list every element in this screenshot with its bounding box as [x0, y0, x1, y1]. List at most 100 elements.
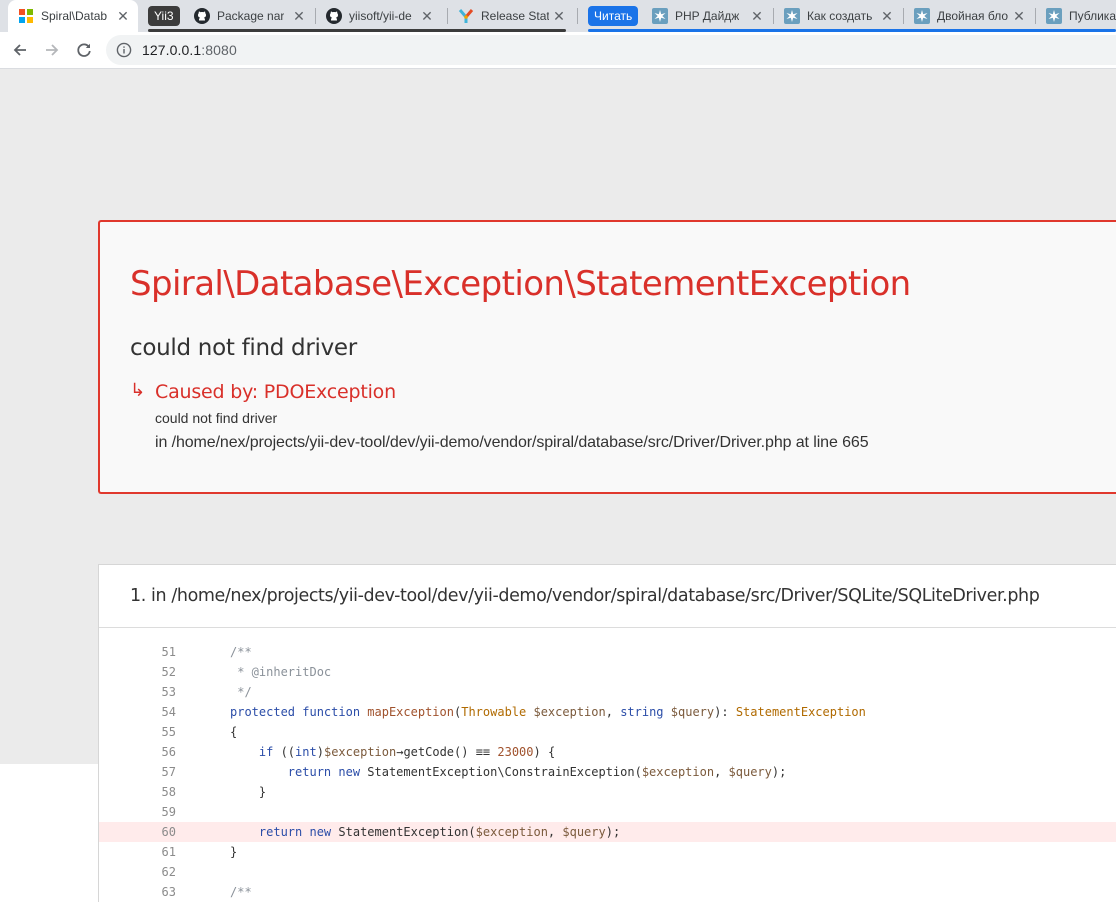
close-tab-icon[interactable]: ✕	[116, 9, 130, 23]
code-token: );	[771, 765, 787, 779]
tab-separator	[773, 8, 774, 24]
line-number: 53	[161, 685, 176, 699]
code-token: return new	[287, 765, 368, 779]
code-token: string	[620, 705, 664, 719]
tab-separator	[577, 8, 578, 24]
code-line: 57 return new StatementException\Constra…	[99, 762, 1116, 782]
code-line: 55 {	[99, 722, 1116, 742]
code-token: int	[295, 745, 317, 759]
tab-separator	[903, 8, 904, 24]
tab-title: PHP Дайдж	[675, 9, 740, 23]
caused-by-title: Caused by: PDOException	[155, 381, 396, 403]
browser-toolbar: 127.0.0.1:8080	[0, 32, 1116, 69]
code-token: $exception	[323, 745, 397, 759]
line-source: return new StatementException($exception…	[230, 822, 620, 842]
tab-group-yii3[interactable]: Yii3	[148, 0, 180, 32]
close-tab-icon[interactable]: ✕	[420, 9, 434, 23]
code-line: 63 /**	[99, 882, 1116, 902]
habr-icon	[914, 8, 930, 24]
arrow-left-icon	[13, 44, 26, 56]
reload-button[interactable]	[70, 36, 98, 64]
tab-yiisoft-yii-dev[interactable]: yiisoft/yii-de ✕	[318, 0, 442, 32]
url-port: :8080	[201, 42, 237, 58]
tab-group-badge[interactable]: Yii3	[148, 6, 180, 26]
code-token: $query	[728, 765, 772, 779]
code-token: protected function	[230, 705, 368, 719]
tab-title: Package nar	[217, 9, 285, 23]
arrow-right-icon	[46, 44, 59, 56]
line-number: 58	[161, 785, 176, 799]
code-token: {	[230, 725, 238, 739]
code-line: 56 if ((int)$exception→getCode() ≡≡ 2300…	[99, 742, 1116, 762]
reload-icon	[77, 43, 91, 57]
tab-title: Spiral\Datab	[41, 9, 108, 23]
close-tab-icon[interactable]: ✕	[292, 9, 306, 23]
tab-title: Как создать	[807, 9, 873, 23]
exception-class: Spiral\Database\Exception\StatementExcep…	[130, 264, 911, 304]
code-token: * @inheritDoc	[230, 665, 332, 679]
line-number: 62	[161, 865, 176, 879]
line-source: * @inheritDoc	[230, 662, 331, 682]
line-source: */	[230, 682, 252, 702]
code-token: */	[230, 685, 252, 699]
forward-button[interactable]	[38, 36, 66, 64]
line-number: 59	[161, 805, 176, 819]
close-tab-icon[interactable]: ✕	[750, 9, 764, 23]
line-source: {	[230, 722, 237, 742]
tab-separator	[1035, 8, 1036, 24]
tab-separator	[447, 8, 448, 24]
line-number: 51	[161, 645, 176, 659]
line-source: }	[230, 842, 237, 862]
code-token: StatementException	[735, 705, 866, 719]
code-token: if	[258, 745, 274, 759]
address-bar[interactable]: 127.0.0.1:8080	[106, 35, 1116, 65]
code-token: ,	[605, 705, 621, 719]
code-token: ) {	[533, 745, 556, 759]
github-icon	[326, 8, 342, 24]
close-tab-icon[interactable]: ✕	[1012, 9, 1026, 23]
stack-frame-header[interactable]: 1. in /home/nex/projects/yii-dev-tool/de…	[99, 565, 1116, 628]
tab-group-read[interactable]: Читать	[588, 0, 639, 32]
code-token: mapException	[367, 705, 454, 719]
tab-spiral-database[interactable]: Spiral\Datab ✕	[8, 0, 138, 32]
close-tab-icon[interactable]: ✕	[552, 9, 566, 23]
tab-release-status[interactable]: Release Statu ✕	[450, 0, 574, 32]
code-token: );	[605, 825, 621, 839]
line-source: }	[230, 782, 266, 802]
code-token: StatementException(	[338, 825, 476, 839]
code-token: StatementException\ConstrainException(	[367, 765, 642, 779]
tab-double-lock[interactable]: Двойная бло ✕	[906, 0, 1034, 32]
tab-title: Публика	[1069, 9, 1116, 23]
habr-icon	[652, 8, 668, 24]
tab-package-name[interactable]: Package nar ✕	[186, 0, 314, 32]
code-token: 23000	[497, 745, 534, 759]
close-tab-icon[interactable]: ✕	[880, 9, 894, 23]
info-icon[interactable]	[116, 42, 132, 58]
code-token: )	[316, 745, 324, 759]
caused-by-arrow-icon: ↳	[130, 380, 146, 400]
habr-icon	[1046, 8, 1062, 24]
tab-group-badge[interactable]: Читать	[588, 6, 639, 26]
line-source: protected function mapException(Throwabl…	[230, 702, 866, 722]
code-token: $exception	[475, 825, 548, 839]
code-line: 54 protected function mapException(Throwa…	[99, 702, 1116, 722]
tab-php-digest[interactable]: PHP Дайдж ✕	[644, 0, 772, 32]
code-token: ((	[273, 745, 296, 759]
code-token: /**	[230, 885, 252, 899]
code-line: 61}	[99, 842, 1116, 862]
exception-message: could not find driver	[130, 335, 357, 361]
tab-how-to-create[interactable]: Как создать ✕	[776, 0, 902, 32]
tab-publication[interactable]: Публика	[1038, 0, 1116, 32]
code-snippet: 51 /** 52 * @inheritDoc 53 */ 54 protected fu…	[99, 642, 1116, 902]
code-line: 52 * @inheritDoc	[99, 662, 1116, 682]
line-number: 54	[161, 705, 176, 719]
code-token: }	[230, 845, 238, 859]
line-number: 52	[161, 665, 176, 679]
code-token: $exception	[641, 765, 715, 779]
url-text[interactable]: 127.0.0.1:8080	[142, 42, 237, 58]
back-button[interactable]	[6, 36, 34, 64]
